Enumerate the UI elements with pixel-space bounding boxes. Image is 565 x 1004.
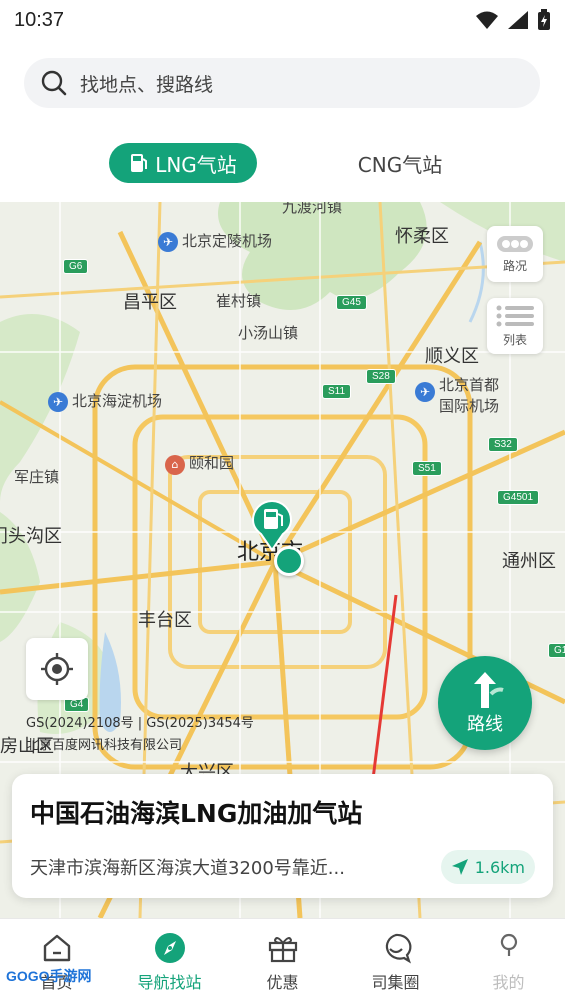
nav-label-circle: 司集圈: [371, 972, 420, 992]
list-icon: [496, 305, 534, 326]
user-location-dot: [274, 546, 304, 576]
list-button[interactable]: 列表: [487, 298, 543, 354]
station-info-row: 天津市滨海新区海滨大道3200号靠近... 1.6km: [30, 850, 535, 884]
map-label-junzhuang: 军庄镇: [14, 468, 60, 486]
map-label-xiaotangshan: 小汤山镇: [238, 324, 299, 342]
road-badge: G45: [336, 295, 367, 310]
tab-lng-label: LNG气站: [155, 152, 237, 177]
landmark-icon: ⌂: [165, 455, 185, 475]
battery-icon: [538, 9, 550, 30]
route-button-label: 路线: [467, 714, 503, 735]
road-badge: S11: [322, 384, 352, 399]
nav-item-circle[interactable]: 司集圈: [339, 919, 452, 1004]
map-label-capital-airport: ✈ 北京首都国际机场: [415, 374, 499, 416]
watermark-logo: GOGO手游网: [6, 968, 92, 984]
station-address: 天津市滨海新区海滨大道3200号靠近...: [30, 858, 345, 879]
nav-item-mine[interactable]: 我的: [452, 919, 565, 1004]
traffic-button-label: 路况: [502, 258, 527, 273]
search-icon: [41, 70, 67, 96]
lng-marker-icon: [251, 500, 293, 552]
status-bar: 10:37: [0, 0, 565, 40]
road-badge: G4501: [497, 490, 540, 505]
status-time: 10:37: [14, 8, 65, 31]
map-label-fengtai: 丰台区: [138, 610, 192, 631]
navigation-arrow-icon: [451, 859, 468, 875]
route-arrow-icon: [474, 672, 504, 708]
map-label-jiuduhe: 九渡河镇: [282, 202, 343, 216]
airport-icon: ✈: [158, 232, 178, 252]
airport-icon: ✈: [48, 392, 68, 412]
search-input[interactable]: 找地点、搜路线: [80, 70, 213, 97]
map-label-haidian-airport-text: 北京海淀机场: [72, 392, 163, 410]
wifi-icon: [476, 11, 498, 29]
signal-icon: [508, 11, 528, 29]
tab-cng[interactable]: CNG气站: [340, 143, 460, 183]
traffic-button[interactable]: 路况: [487, 226, 543, 282]
chat-icon: [379, 931, 413, 965]
station-card[interactable]: 中国石油海滨LNG加油加气站 天津市滨海新区海滨大道3200号靠近... 1.6…: [12, 774, 553, 898]
compass-icon: [153, 931, 187, 965]
tab-lng[interactable]: LNG气站: [109, 143, 257, 183]
map-label-shunyi: 顺义区: [425, 346, 479, 367]
map-label-yiheyuan-text: 颐和园: [189, 454, 235, 472]
map-copyright: GS(2024)2108号 | GS(2025)3454号: [26, 716, 254, 731]
search-bar[interactable]: 找地点、搜路线: [24, 58, 540, 108]
crosshair-icon: [41, 653, 73, 685]
nav-label-discounts: 优惠: [266, 972, 299, 992]
station-name: 中国石油海滨LNG加油加气站: [30, 799, 363, 828]
distance-chip[interactable]: 1.6km: [440, 850, 535, 884]
list-button-label: 列表: [502, 332, 527, 347]
nav-item-discounts[interactable]: 优惠: [226, 919, 339, 1004]
locate-button[interactable]: [26, 638, 88, 700]
nav-item-navigate[interactable]: 导航找站: [113, 919, 226, 1004]
traffic-icon: [497, 235, 533, 252]
road-badge: G1: [548, 643, 565, 658]
nav-label-navigate: 导航找站: [137, 972, 202, 992]
road-badge: S28: [366, 369, 396, 384]
map-copyright-company: 北京百度网讯科技有限公司: [26, 738, 183, 753]
gift-icon: [266, 931, 300, 965]
map-label-huairou: 怀柔区: [395, 226, 449, 247]
nav-label-mine: 我的: [492, 972, 525, 992]
map-label-dingling-airport: ✈ 北京定陵机场: [158, 230, 272, 252]
station-distance: 1.6km: [474, 857, 525, 877]
map-label-yiheyuan: ⌂ 颐和园: [165, 452, 234, 475]
route-button[interactable]: 路线: [438, 656, 532, 750]
road-badge: S32: [488, 437, 518, 452]
map-label-dingling-airport-text: 北京定陵机场: [182, 232, 273, 250]
map-label-haidian-airport: ✈ 北京海淀机场: [48, 390, 162, 412]
map-label-capital-airport-2: 国际机场: [439, 397, 500, 415]
nav-item-home[interactable]: 首页: [0, 919, 113, 1004]
station-type-tabs: LNG气站 CNG气站: [0, 138, 565, 188]
map-label-tongzhou: 通州区: [502, 551, 556, 572]
fuel-pump-icon: [131, 154, 148, 172]
airport-icon: ✈: [415, 382, 435, 402]
road-badge: S51: [412, 461, 442, 476]
map-label-changping: 昌平区: [123, 292, 177, 313]
map-label-cuicun: 崔村镇: [216, 292, 262, 310]
station-marker[interactable]: [251, 500, 293, 552]
user-icon: [492, 931, 526, 965]
home-icon: [40, 931, 74, 965]
bottom-nav: 首页 导航找站 优惠 司集圈 我的: [0, 918, 565, 1004]
road-badge: G6: [63, 259, 89, 274]
status-icons: [475, 9, 551, 31]
map-label-capital-airport-1: 北京首都: [439, 376, 500, 394]
tab-cng-label: CNG气站: [357, 152, 443, 177]
map-label-mentougou: 门头沟区: [0, 526, 62, 547]
